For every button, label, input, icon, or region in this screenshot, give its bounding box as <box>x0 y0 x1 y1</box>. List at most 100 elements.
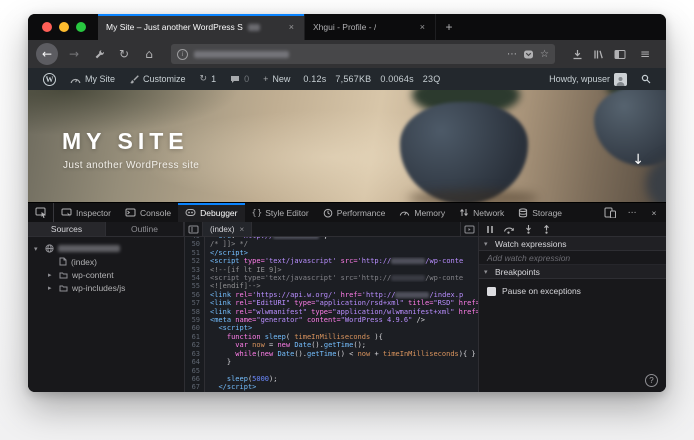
forward-button[interactable]: → <box>65 45 83 63</box>
code-line[interactable]: 59 <meta name="generator" content="WordPr… <box>185 316 478 325</box>
devtools-tab-inspector[interactable]: Inspector <box>54 203 118 222</box>
scroll-down-arrow[interactable]: ↓ <box>632 152 644 168</box>
pause-on-exceptions-checkbox[interactable] <box>487 286 496 296</box>
line-number[interactable]: 58 <box>185 307 205 317</box>
devtools-more-icon[interactable]: ⋯ <box>622 203 642 222</box>
wp-customize-link[interactable]: Customize <box>122 68 193 90</box>
code-line[interactable]: 51 </script> <box>185 248 478 258</box>
code-line[interactable]: 55 <![endif]--> <box>185 282 478 291</box>
home-icon[interactable]: ⌂ <box>140 45 158 63</box>
pause-icon[interactable] <box>486 225 494 234</box>
watch-expressions-header[interactable]: ▾ Watch expressions <box>479 237 666 251</box>
line-number[interactable]: 59 <box>185 316 205 325</box>
line-number[interactable]: 64 <box>185 358 205 367</box>
code-line[interactable]: 53 <!--[if lt IE 9]> <box>185 265 478 275</box>
wp-site-menu[interactable]: My Site <box>63 68 122 90</box>
step-out-icon[interactable] <box>542 224 551 234</box>
line-number[interactable]: 62 <box>185 341 205 350</box>
devtools-tab-network[interactable]: Network <box>452 203 511 222</box>
wrench-icon[interactable] <box>90 45 108 63</box>
twisty-closed-icon[interactable]: ▸ <box>48 284 55 292</box>
line-number[interactable]: 56 <box>185 290 205 300</box>
source-tree-item[interactable]: ▸ wp-includes/js <box>28 281 184 294</box>
download-icon[interactable] <box>572 49 583 60</box>
line-number[interactable]: 53 <box>185 265 205 275</box>
line-number[interactable]: 54 <box>185 274 205 283</box>
back-button[interactable]: ← <box>36 43 58 65</box>
twisty-closed-icon[interactable]: ▸ <box>48 271 55 279</box>
browser-tab-xhgui[interactable]: Xhgui - Profile - / × <box>304 14 436 40</box>
step-in-icon[interactable] <box>524 224 533 234</box>
source-code[interactable]: 49 src: 'http://';50/* ]]> */51</script>… <box>185 237 478 392</box>
code-line[interactable]: 65 <box>185 366 478 375</box>
minimize-window-button[interactable] <box>59 22 69 32</box>
code-line[interactable]: 61 function sleep( timeInMilliseconds ){ <box>185 332 478 342</box>
devtools-tab-console[interactable]: Console <box>118 203 178 222</box>
new-tab-button[interactable]: + <box>436 14 462 40</box>
collapse-sources-icon[interactable] <box>185 222 203 236</box>
library-icon[interactable] <box>593 49 604 60</box>
wp-updates-menu[interactable]: ↻ 1 <box>193 68 224 90</box>
line-number[interactable]: 65 <box>185 366 205 375</box>
sidebar-icon[interactable] <box>614 49 626 60</box>
devtools-tab-memory[interactable]: Memory <box>392 203 452 222</box>
page-actions-icon[interactable]: ⋯ <box>507 49 517 60</box>
close-window-button[interactable] <box>42 22 52 32</box>
zoom-window-button[interactable] <box>76 22 86 32</box>
devtools-tab-storage[interactable]: Storage <box>511 203 569 222</box>
wp-new-menu[interactable]: + New <box>256 68 297 90</box>
line-number[interactable]: 57 <box>185 299 205 308</box>
code-line[interactable]: 64 } <box>185 358 478 367</box>
close-tab-icon[interactable]: × <box>287 22 296 32</box>
line-number[interactable]: 51 <box>185 248 205 258</box>
line-number[interactable]: 60 <box>185 324 205 333</box>
wp-search-button[interactable] <box>634 68 658 90</box>
add-watch-expression-input[interactable]: Add watch expression <box>479 251 666 265</box>
twisty-open-icon[interactable]: ▾ <box>34 245 41 253</box>
code-line[interactable]: 67 </script> <box>185 383 478 392</box>
source-tree-item[interactable]: (index) <box>28 255 184 268</box>
code-line[interactable]: 54 <script type='text/javascript' src='ht… <box>185 274 478 283</box>
wp-account-menu[interactable]: Howdy, wpuser <box>542 68 634 90</box>
line-number[interactable]: 63 <box>185 349 205 359</box>
close-editor-tab-icon[interactable]: × <box>239 225 244 234</box>
reload-icon[interactable]: ↻ <box>115 45 133 63</box>
wp-comments-menu[interactable]: 0 <box>223 68 256 90</box>
pick-element-button[interactable] <box>28 203 54 222</box>
address-bar[interactable]: i ⋯ ☆ <box>171 44 555 64</box>
code-line[interactable]: 66 sleep(5000); <box>185 374 478 384</box>
line-number[interactable]: 67 <box>185 383 205 392</box>
editor-tab-index[interactable]: (index) × <box>203 222 253 236</box>
line-number[interactable]: 55 <box>185 282 205 291</box>
pocket-icon[interactable] <box>523 49 534 60</box>
step-over-icon[interactable] <box>503 225 515 234</box>
line-number[interactable]: 61 <box>185 332 205 342</box>
source-tree-item[interactable]: ▾ <box>28 242 184 255</box>
line-number[interactable]: 52 <box>185 257 205 266</box>
code-line[interactable]: 60 <script> <box>185 324 478 333</box>
line-number[interactable]: 66 <box>185 374 205 384</box>
site-title[interactable]: MY SITE <box>62 128 189 155</box>
devtools-tab-performance[interactable]: Performance <box>316 203 393 222</box>
code-line[interactable]: 62 var now = new Date().getTime(); <box>185 341 478 350</box>
devtools-close-icon[interactable]: × <box>644 203 664 222</box>
responsive-design-icon[interactable] <box>600 203 620 222</box>
code-line[interactable]: 56 <link rel='https://api.w.org/' href='h… <box>185 290 478 300</box>
line-number[interactable]: 50 <box>185 240 205 249</box>
expand-panes-icon[interactable] <box>460 222 478 236</box>
breakpoints-header[interactable]: ▾ Breakpoints <box>479 265 666 279</box>
wp-logo-menu[interactable]: W <box>36 68 63 90</box>
help-button[interactable]: ? <box>645 374 658 387</box>
code-line[interactable]: 58 <link rel="wlwmanifest" type="applicat… <box>185 307 478 317</box>
code-line[interactable]: 57 <link rel="EditURI" type="application/… <box>185 299 478 308</box>
code-line[interactable]: 52 <script type='text/javascript' src='ht… <box>185 257 478 266</box>
code-line[interactable]: 50 /* ]]> */ <box>185 240 478 249</box>
browser-tab-my-site[interactable]: My Site – Just another WordPress S × <box>98 14 304 40</box>
tab-outline[interactable]: Outline <box>106 222 184 236</box>
source-tree-item[interactable]: ▸ wp-content <box>28 268 184 281</box>
close-tab-icon[interactable]: × <box>418 22 427 32</box>
devtools-tab-style-editor[interactable]: { } Style Editor <box>245 203 316 222</box>
code-line[interactable]: 63 while(new Date().getTime() < now + ti… <box>185 349 478 359</box>
tab-sources[interactable]: Sources <box>28 222 106 236</box>
devtools-tab-debugger[interactable]: Debugger <box>178 203 245 222</box>
